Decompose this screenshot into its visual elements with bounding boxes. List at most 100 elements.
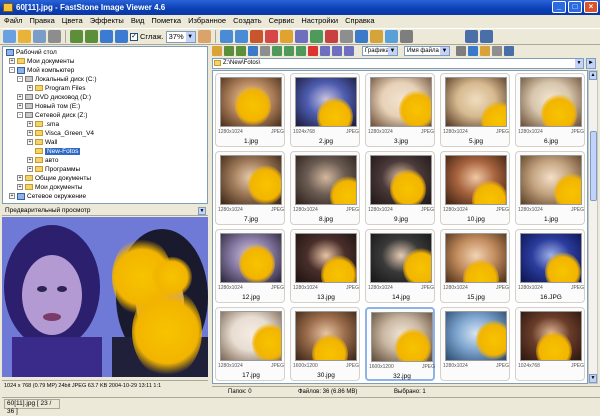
menu-create[interactable]: Создать bbox=[233, 15, 262, 27]
chevron-down-icon[interactable]: ▼ bbox=[185, 31, 195, 42]
thumbnail-item[interactable]: 1280x1024 JPEG 9.jpg bbox=[365, 151, 435, 225]
resize-icon[interactable] bbox=[294, 30, 308, 43]
scroll-down-button[interactable]: ▼ bbox=[589, 374, 597, 383]
thumbnail-item[interactable]: 1280x1024 JPEG 7.jpg bbox=[215, 151, 285, 225]
print-icon[interactable] bbox=[48, 30, 61, 43]
tree-program-files[interactable]: + Program Files bbox=[27, 84, 85, 93]
thumbnail-item[interactable]: 1024x768 JPEG 2.jpg bbox=[290, 73, 360, 147]
fullscreen-icon[interactable] bbox=[384, 30, 398, 43]
chevron-down-icon[interactable]: ▼ bbox=[388, 47, 397, 55]
menu-tools[interactable]: Сервис bbox=[269, 15, 295, 27]
delete-icon[interactable] bbox=[308, 46, 318, 56]
copy-icon[interactable] bbox=[260, 46, 270, 56]
menu-help[interactable]: Справка bbox=[345, 15, 374, 27]
tree-sub-wall[interactable]: + Wall bbox=[27, 138, 57, 147]
tree-sub-avto[interactable]: + авто bbox=[27, 156, 58, 165]
color-icon[interactable] bbox=[309, 30, 323, 43]
slideshow-icon[interactable] bbox=[354, 30, 368, 43]
zoom-select[interactable]: 37% ▼ bbox=[165, 30, 196, 43]
expand-icon[interactable]: + bbox=[27, 166, 33, 173]
menu-effects[interactable]: Эффекты bbox=[90, 15, 124, 27]
menu-settings[interactable]: Настройки bbox=[301, 15, 338, 27]
expand-icon[interactable]: + bbox=[27, 130, 33, 137]
thumbnail-item[interactable]: 1280x1024 JPEG 15.jpg bbox=[440, 229, 510, 303]
tree-sub-new-fotos[interactable]: New-Fotos bbox=[35, 147, 81, 156]
forward-icon[interactable] bbox=[85, 30, 98, 43]
layout-icon[interactable] bbox=[464, 30, 478, 43]
forward-icon[interactable] bbox=[236, 46, 246, 56]
thumbnail-item[interactable]: 1280x1024 JPEG 8.jpg bbox=[290, 151, 360, 225]
collapse-icon[interactable]: - bbox=[17, 76, 23, 83]
open-icon[interactable] bbox=[3, 30, 16, 43]
expand-icon[interactable]: + bbox=[17, 175, 23, 182]
sort-select[interactable]: Имя файла ▼ bbox=[404, 46, 450, 56]
thumbnail-item[interactable]: 1280x1024 JPEG 12.jpg bbox=[215, 229, 285, 303]
chevron-down-icon[interactable]: ▼ bbox=[440, 47, 449, 55]
expand-icon[interactable]: + bbox=[9, 193, 15, 200]
rotate-right-icon[interactable] bbox=[234, 30, 248, 43]
menu-edit[interactable]: Правка bbox=[29, 15, 54, 27]
tree-my-docs-2[interactable]: + Мои документы bbox=[17, 183, 82, 192]
rotate-left-icon[interactable] bbox=[219, 30, 233, 43]
collapse-icon[interactable]: - bbox=[9, 67, 15, 74]
refresh-icon[interactable] bbox=[248, 46, 258, 56]
move-icon[interactable] bbox=[272, 46, 282, 56]
settings-icon[interactable] bbox=[399, 30, 413, 43]
thumbnail-item[interactable]: 1280x1024 JPEG 14.jpg bbox=[365, 229, 435, 303]
go-button[interactable]: ► bbox=[586, 58, 596, 69]
smooth-checkbox[interactable]: ✓ bbox=[130, 32, 138, 41]
email-icon[interactable] bbox=[339, 30, 353, 43]
thumbnail-item[interactable]: 1600x1200 JPEG 30.jpg bbox=[290, 307, 360, 381]
crop-icon[interactable] bbox=[249, 30, 263, 43]
scroll-up-button[interactable]: ▲ bbox=[589, 71, 597, 80]
zoom-thumbs-icon[interactable] bbox=[468, 46, 478, 56]
folder-up-icon[interactable] bbox=[212, 46, 222, 56]
path-input[interactable]: Z:\New\Fotos\ ▼ bbox=[212, 58, 584, 69]
maximize-button[interactable]: □ bbox=[568, 1, 582, 13]
thumbnail-item[interactable]: 1280x1024 JPEG 10.jpg bbox=[440, 151, 510, 225]
filter-select[interactable]: Графика ▼ bbox=[362, 46, 398, 56]
thumbnail-item[interactable]: 1280x1024 JPEG 13.jpg bbox=[290, 229, 360, 303]
tree-local-disk[interactable]: - Локальный диск (C:) bbox=[17, 75, 97, 84]
tree-my-docs[interactable]: + Мои документы bbox=[9, 57, 74, 66]
print-icon[interactable] bbox=[492, 46, 502, 56]
folder-icon[interactable] bbox=[18, 30, 31, 43]
folder-tree[interactable]: Рабочий стол + Мои документы - Мой компьют… bbox=[2, 46, 208, 204]
thumbnail-item[interactable]: 1280x1024 JPEG 1.jpg bbox=[215, 73, 285, 147]
thumbnail-item[interactable]: 1280x1024 JPEG 5.jpg bbox=[440, 73, 510, 147]
tree-sub-sma[interactable]: + .sma bbox=[27, 120, 59, 129]
expand-icon[interactable]: + bbox=[27, 157, 33, 164]
hand-icon[interactable] bbox=[197, 30, 211, 43]
tree-desktop[interactable]: Рабочий стол bbox=[6, 48, 57, 57]
vertical-scrollbar[interactable]: ▲ ▼ bbox=[588, 70, 598, 384]
layout-icon[interactable] bbox=[504, 46, 514, 56]
thumbnail-browser[interactable]: 1280x1024 JPEG 1.jpg 1024x768 JPEG 2.jpg 1280x… bbox=[212, 70, 588, 384]
tree-network[interactable]: + Сетевое окружение bbox=[9, 192, 86, 201]
save-icon[interactable] bbox=[33, 30, 46, 43]
menu-tag[interactable]: Пометка bbox=[151, 15, 181, 27]
thumbnail-item[interactable]: 1024x768 JPEG bbox=[515, 307, 585, 381]
tree-net-disk[interactable]: - Сетевой диск (Z:) bbox=[17, 111, 87, 120]
expand-icon[interactable]: + bbox=[17, 184, 23, 191]
tree-sub-visca[interactable]: + Visca_Green_V4 bbox=[27, 129, 94, 138]
tree-shared-docs[interactable]: + Общие документы bbox=[17, 174, 91, 183]
delete-icon[interactable] bbox=[324, 30, 338, 43]
expand-icon[interactable]: + bbox=[9, 58, 15, 65]
adjust-icon[interactable] bbox=[279, 30, 293, 43]
scroll-thumb[interactable] bbox=[590, 131, 597, 201]
red-eye-icon[interactable] bbox=[264, 30, 278, 43]
expand-icon[interactable]: + bbox=[17, 94, 23, 101]
tree-sub-programs[interactable]: + Программы bbox=[27, 165, 80, 174]
menu-file[interactable]: Файл bbox=[4, 15, 22, 27]
title-bar[interactable]: 60[11].jpg - FastStone Image Viewer 4.6 … bbox=[0, 0, 600, 15]
thumbnail-item[interactable]: 1280x1024 JPEG 16.JPG bbox=[515, 229, 585, 303]
expand-icon[interactable]: + bbox=[27, 121, 33, 128]
minimize-button[interactable]: _ bbox=[552, 1, 566, 13]
expand-icon[interactable]: + bbox=[17, 103, 23, 110]
thumbnail-item[interactable]: 1280x1024 JPEG bbox=[440, 307, 510, 381]
thumbnail-item[interactable]: 1280x1024 JPEG 1.jpg bbox=[515, 151, 585, 225]
zoom-in-icon[interactable] bbox=[100, 30, 113, 43]
menu-favorites[interactable]: Избранное bbox=[188, 15, 226, 27]
thumbs-view-icon[interactable] bbox=[320, 46, 330, 56]
chevron-down-icon[interactable]: ▼ bbox=[575, 59, 583, 68]
